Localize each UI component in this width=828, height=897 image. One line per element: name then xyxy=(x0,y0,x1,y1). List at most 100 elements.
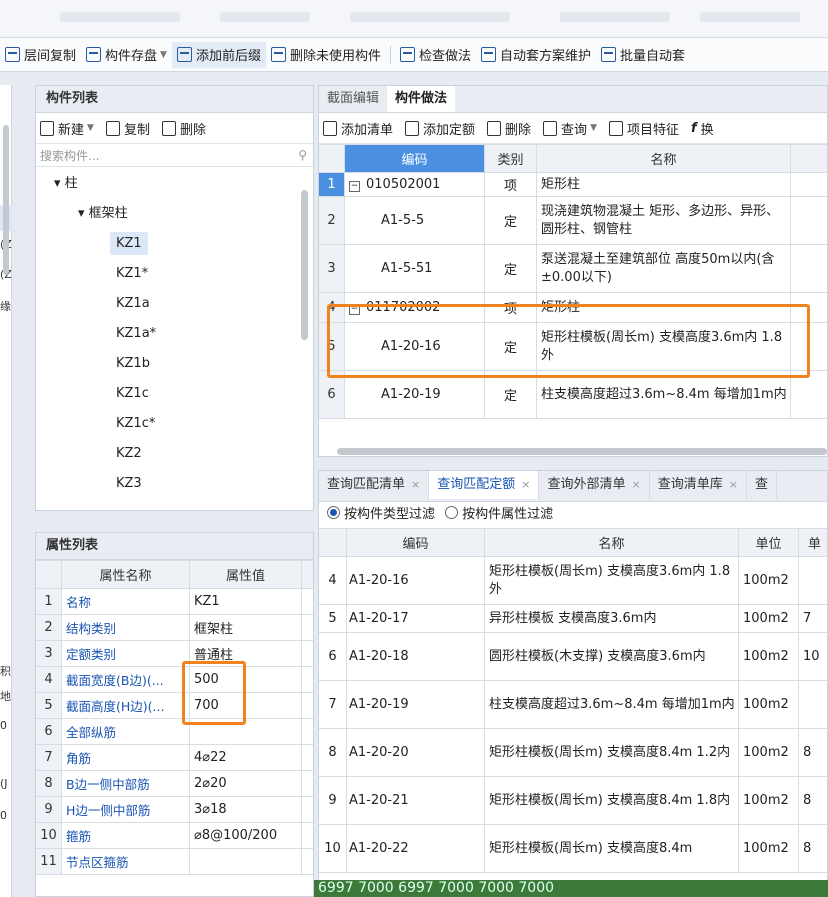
tree-leaf[interactable]: KZ1c* xyxy=(36,409,313,439)
quota-code: A1-20-20 xyxy=(346,728,485,777)
tab-method[interactable]: 构件做法 xyxy=(387,86,456,112)
property-value[interactable] xyxy=(189,848,302,875)
toolbar-divider xyxy=(389,45,391,64)
property-row[interactable]: 1 名称 KZ1 xyxy=(36,588,313,615)
row-number: 10 xyxy=(36,822,62,849)
close-icon[interactable]: × xyxy=(729,478,738,491)
query-row[interactable]: 10 A1-20-22 矩形柱模板(周长m) 支模高度8.4m 100m2 8 xyxy=(319,824,827,873)
tab-list-library[interactable]: 查询清单库 × xyxy=(650,471,747,499)
property-row[interactable]: 10 箍筋 ⌀8@100/200 xyxy=(36,822,313,849)
property-list-panel: 属性列表 属性名称 属性值 1 名称 KZ1 2 结构类别 框架柱 3 定额类别 普通柱 4 截面宽… xyxy=(35,532,314,897)
horizontal-scrollbar[interactable] xyxy=(337,448,827,455)
tree-leaf[interactable]: KZ2 xyxy=(36,439,313,469)
tree-leaf[interactable]: KZ1* xyxy=(36,259,313,289)
radio-icon xyxy=(327,506,340,519)
tab-more[interactable]: 查 xyxy=(747,471,777,499)
add-prefix-suffix-button[interactable]: 添加前后缀 xyxy=(171,41,266,68)
add-quota-button[interactable]: 添加定额 xyxy=(405,119,475,138)
delete-list-icon xyxy=(270,47,286,62)
tab-match-list[interactable]: 查询匹配清单 × xyxy=(319,471,430,499)
quota-price: 8 xyxy=(798,824,827,873)
query-row[interactable]: 7 A1-20-19 柱支模高度超过3.6m~8.4m 每增加1m内 100m2 xyxy=(319,680,827,729)
add-list-button[interactable]: 添加清单 xyxy=(323,119,393,138)
property-row[interactable]: 7 角筋 4⌀22 xyxy=(36,744,313,771)
collapse-icon[interactable]: − xyxy=(349,181,360,192)
quota-price: 7 xyxy=(798,604,827,633)
column-header: 属性名称 xyxy=(61,560,190,589)
quota-name: 柱支模高度超过3.6m~8.4m 每增加1m内 xyxy=(484,680,739,729)
row-number: 11 xyxy=(36,848,62,875)
clipped-text: 缘 xyxy=(0,300,11,313)
component-search-input[interactable]: 搜索构件... ⚲ xyxy=(36,144,313,167)
tree-leaf[interactable]: KZ1a xyxy=(36,289,313,319)
tab-section-edit[interactable]: 截面编辑 xyxy=(319,86,387,112)
chevron-down-icon: ▼ xyxy=(87,123,94,133)
delete-unused-button[interactable]: 删除未使用构件 xyxy=(266,42,386,68)
delete-button[interactable]: 删除 xyxy=(161,119,206,138)
auto-scheme-button[interactable]: 自动套方案维护 xyxy=(476,42,596,68)
query-row[interactable]: 9 A1-20-21 矩形柱模板(周长m) 支模高度8.4m 1.8内 100m2 8 xyxy=(319,776,827,825)
new-button[interactable]: 新建 ▼ xyxy=(40,119,94,138)
filter-by-attr-radio[interactable]: 按构件属性过滤 xyxy=(445,506,553,522)
row-number: 9 xyxy=(319,776,347,825)
property-row[interactable]: 4 截面宽度(B边)(... 500 xyxy=(36,666,313,693)
filter-by-type-radio[interactable]: 按构件类型过滤 xyxy=(327,506,435,522)
tab-external-list[interactable]: 查询外部清单 × xyxy=(539,471,650,499)
property-row[interactable]: 3 定额类别 普通柱 xyxy=(36,640,313,667)
tree-leaf[interactable]: KZ1b xyxy=(36,349,313,379)
copy-button[interactable]: 复制 xyxy=(105,119,150,138)
property-row[interactable]: 8 B边一侧中部筋 2⌀20 xyxy=(36,770,313,797)
close-icon[interactable]: × xyxy=(411,478,420,491)
batch-icon xyxy=(601,47,617,62)
scrollbar[interactable] xyxy=(3,125,9,275)
tree-node-column[interactable]: ▾ 柱 xyxy=(36,169,313,199)
trash-icon xyxy=(487,120,502,136)
clipped-text: 0 xyxy=(0,809,7,822)
query-row[interactable]: 4 A1-20-16 矩形柱模板(周长m) 支模高度3.6m内 1.8外 100m2 xyxy=(319,556,827,605)
tab-match-quota[interactable]: 查询匹配定额 × xyxy=(429,471,540,499)
close-icon[interactable]: × xyxy=(631,478,640,491)
property-value[interactable]: KZ1 xyxy=(189,588,302,615)
property-row[interactable]: 6 全部纵筋 xyxy=(36,718,313,745)
tree-leaf[interactable]: KZ3 xyxy=(36,469,313,499)
property-value[interactable]: 4⌀22 xyxy=(189,744,302,771)
property-row[interactable]: 5 截面高度(H边)(... 700 xyxy=(36,692,313,719)
copy-icon xyxy=(105,120,120,136)
method-code: A1-5-5 xyxy=(344,196,485,245)
method-row[interactable]: 2 A1-5-5 定现浇建筑物混凝土 矩形、多边形、异形、圆形柱、钢管柱 xyxy=(319,196,827,245)
tree-node-frame-column[interactable]: ▾ 框架柱 xyxy=(36,199,313,229)
query-row[interactable]: 5 A1-20-17 异形柱模板 支模高度3.6m内 100m2 7 xyxy=(319,604,827,633)
column-header: 编码 xyxy=(346,528,485,557)
scrollbar[interactable] xyxy=(301,190,308,340)
row-number: 1 xyxy=(36,588,62,615)
query-row[interactable]: 8 A1-20-20 矩形柱模板(周长m) 支模高度8.4m 1.2内 100m2 8 xyxy=(319,728,827,777)
property-value[interactable]: 2⌀20 xyxy=(189,770,302,797)
replace-button[interactable]: f换 xyxy=(691,119,714,138)
highlight-box xyxy=(182,661,246,725)
batch-auto-button[interactable]: 批量自动套 xyxy=(596,42,690,68)
property-row[interactable]: 11 节点区箍筋 xyxy=(36,848,313,875)
property-value[interactable]: 3⌀18 xyxy=(189,796,302,823)
check-method-button[interactable]: 检查做法 xyxy=(395,42,476,68)
query-button[interactable]: 查询 ▼ xyxy=(543,119,597,138)
quota-code: A1-20-19 xyxy=(346,680,485,729)
tree-leaf[interactable]: KZ1 xyxy=(36,229,313,259)
property-value[interactable]: 框架柱 xyxy=(189,614,302,641)
query-row[interactable]: 6 A1-20-18 圆形柱模板(木支撑) 支模高度3.6m内 100m2 10 xyxy=(319,632,827,681)
property-row[interactable]: 9 H边一侧中部筋 3⌀18 xyxy=(36,796,313,823)
method-row[interactable]: 3 A1-5-51 定泵送混凝土至建筑部位 高度50m以内(含±0.00以下) xyxy=(319,244,827,293)
search-icon: ⚲ xyxy=(298,148,307,162)
tree-leaf[interactable]: KZ1c xyxy=(36,379,313,409)
property-row[interactable]: 2 结构类别 框架柱 xyxy=(36,614,313,641)
row-number: 2 xyxy=(319,196,345,245)
new-icon xyxy=(40,120,54,136)
property-value[interactable]: ⌀8@100/200 xyxy=(189,822,302,849)
delete-button[interactable]: 删除 xyxy=(487,119,531,138)
tree-leaf[interactable]: KZ1a* xyxy=(36,319,313,349)
close-icon[interactable]: × xyxy=(521,478,530,491)
list-icon xyxy=(176,47,192,62)
item-feature-button[interactable]: 项目特征 xyxy=(608,119,679,138)
save-component-button[interactable]: 构件存盘 ▼ xyxy=(81,42,172,68)
floor-copy-button[interactable]: 层间复制 xyxy=(0,42,81,68)
method-row[interactable]: 1−010502001 项矩形柱 xyxy=(319,172,827,197)
